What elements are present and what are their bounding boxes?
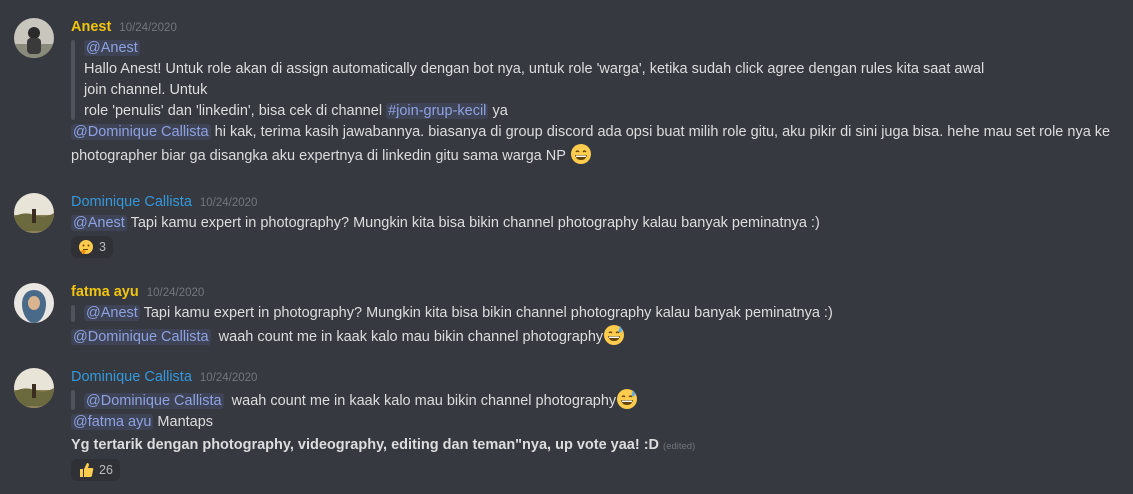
author-name[interactable]: fatma ayu [71,284,139,300]
timestamp: 10/24/2020 [146,287,205,299]
reaction-thumbs-up[interactable]: 26 [71,459,120,481]
quote-text: role 'penulis' dan 'linkedin', bisa cek … [84,103,383,119]
timestamp: 10/24/2020 [199,372,258,384]
avatar[interactable] [14,283,54,323]
message-text: @fatma ayu Mantaps [71,412,1123,433]
mention[interactable]: @Anest [71,215,127,231]
sweat-smile-emoji [604,325,625,345]
reaction-count: 26 [99,463,113,477]
quote-block: @Dominique Callista waah count me in kaa… [71,388,1123,412]
message-text: @Dominique Callista waah count me in kaa… [71,324,1123,348]
grinning-face-emoji [570,144,591,164]
mention[interactable]: @fatma ayu [71,414,154,430]
mention[interactable]: @Anest [84,305,140,321]
message-text: @Dominique Callista hi kak, terima kasih… [71,122,1121,167]
avatar[interactable] [14,368,54,408]
quote-block: @Anest Tapi kamu expert in photography? … [71,303,1123,324]
reaction-thinking[interactable]: 3 [71,236,113,258]
author-name[interactable]: Anest [71,19,111,35]
edited-label: (edited) [663,441,696,452]
message-text-bold: Yg tertarik dengan photography, videogra… [71,435,1123,457]
message-body: Tapi kamu expert in photography? Mungkin… [130,215,820,231]
quote-text: join channel. Untuk [84,82,208,98]
message-body: Yg tertarik dengan photography, videogra… [71,437,660,453]
author-name[interactable]: Dominique Callista [71,194,192,210]
mention[interactable]: @Dominique Callista [71,124,211,140]
quote-text: waah count me in kaak kalo mau bikin cha… [231,393,617,409]
channel-link[interactable]: #join-grup-kecil [386,103,489,119]
timestamp: 10/24/2020 [199,197,258,209]
quote-text: ya [492,103,508,119]
mention[interactable]: @Dominique Callista [84,393,224,409]
thumbs-up-emoji [80,463,94,477]
message-body: waah count me in kaak kalo mau bikin cha… [218,329,604,345]
quote-text: Hallo Anest! Untuk role akan di assign a… [84,61,985,77]
mention[interactable]: @Dominique Callista [71,329,211,345]
quote-block: @Anest Hallo Anest! Untuk role akan di a… [71,38,1123,122]
mention[interactable]: @Anest [84,40,140,56]
author-name[interactable]: Dominique Callista [71,369,192,385]
reaction-count: 3 [99,240,106,254]
avatar[interactable] [14,18,54,58]
message-body: Mantaps [157,414,214,430]
thinking-face-emoji [79,240,93,254]
message-text: @Anest Tapi kamu expert in photography? … [71,213,1123,234]
quote-text: Tapi kamu expert in photography? Mungkin… [143,305,833,321]
avatar[interactable] [14,193,54,233]
sweat-smile-emoji [617,389,638,409]
timestamp: 10/24/2020 [119,22,177,34]
